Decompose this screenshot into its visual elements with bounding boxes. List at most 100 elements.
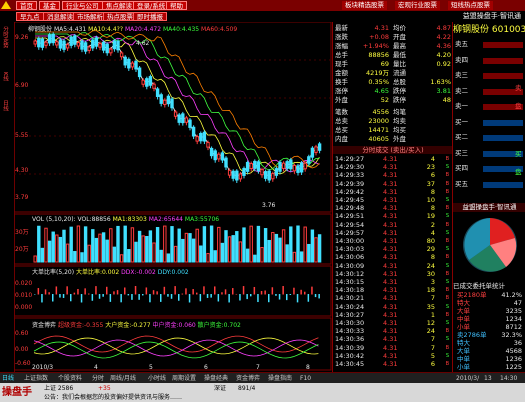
bottom-tab-daily[interactable]: 日线 [2,374,14,383]
orderbook-row: 买五 [453,180,525,189]
quote-label: 现手 [335,60,348,68]
tab-news[interactable]: 消息解读 [43,12,77,21]
left-axis-label-top[interactable]: 分时走势 [1,26,9,48]
candle [177,114,181,123]
left-axis-label-mid[interactable]: K线 [1,72,9,81]
candle [184,117,189,123]
sector-stocks-button[interactable]: 板块精选股票 [342,1,387,10]
menu-fund-button[interactable]: 基金 [39,1,60,10]
menu-login-button[interactable]: 登录/系统 [133,1,170,10]
bottom-tab-period[interactable]: 周期设置 [172,374,196,383]
ddx-bar [124,287,126,295]
orderbook-bar [483,135,523,141]
info-tab-row: 早九点 消息解读 市场解析 热点股票 即时播报 益盟操盘手·智讯通 [0,11,525,22]
quote-label-2: 最低 [393,51,406,59]
menu-help-button[interactable]: 帮助 [166,1,187,10]
ddx-bar [156,291,158,295]
bottom-tab-f10[interactable]: F10 [300,374,311,383]
macro-stocks-button[interactable]: 宏观行业股票 [395,1,440,10]
candle [94,37,99,47]
volume-bar [166,253,171,263]
menu-home-button[interactable]: 首页 [16,1,37,10]
candle [253,160,257,169]
extra-label: 内盘 [335,135,348,143]
volume-bar [94,237,99,263]
volume-bar [73,251,77,263]
ddx-bar [116,290,119,295]
dd-label-2: 0.000 [15,304,33,311]
candle [181,113,185,124]
date-label-2: 5 [149,364,153,371]
dd-legend-name: 大单比率(5,20) [32,269,75,276]
far-panel-title: 益盟操盘手·智讯通 [453,203,525,212]
candle [44,41,48,46]
ddx-bar [170,294,173,299]
volume-bar [285,244,289,263]
candle [317,143,322,151]
volume-bar [220,242,225,263]
tick-direction: B [445,361,449,367]
candle [245,161,250,172]
bottom-tab-classic[interactable]: 操盘经典 [204,374,228,383]
candle [231,170,235,179]
stock-code: 601003 [491,25,525,35]
bottom-tab-hourly[interactable]: 小时线 [148,374,166,383]
candle [278,161,282,172]
main-legend-name: 柳钢股份 [28,26,53,33]
volume-bar [101,232,106,263]
tab-market[interactable]: 市场解析 [73,12,107,21]
volume-bar [303,226,307,263]
status-index-1[interactable]: 上证 2586 [44,385,73,393]
bottom-tab-guide[interactable]: 操盘指南 [268,374,292,383]
stock-name: 柳钢股份 [453,25,490,35]
extra-label: 笔数 [335,108,348,116]
volume-bar [289,226,293,263]
candle [105,43,109,54]
ddx-bar [84,288,86,295]
status-index-2[interactable]: 深证 [214,385,226,393]
vol-label-0: 30万 [15,229,29,236]
ddx-bar [66,286,68,295]
orderbook-side-label: 卖 [515,84,522,92]
moving-average-line [35,30,320,169]
bottom-tab-profile[interactable]: 个股资料 [58,374,82,383]
candle [307,156,311,164]
tab-hot-stocks[interactable]: 热点股票 [103,12,137,21]
ddx-bar [250,294,252,297]
quote-label-2: 总股 [393,78,406,86]
tab-morning[interactable]: 早九点 [16,12,44,21]
order-pie-chart [463,218,517,272]
menu-focus-button[interactable]: 焦点解读 [102,1,136,10]
candle [55,41,59,46]
quote-label: 总手 [335,51,348,59]
quote-label: 涨幅 [335,42,348,50]
quote-row: 总手 88856 最低 4.20 [333,51,453,59]
left-axis-label-bot[interactable]: 日线 [1,100,9,111]
volume-bar [188,233,192,263]
volume-bar [281,229,286,263]
bottom-tab-intraday[interactable]: 分时 [92,374,104,383]
hot-stocks-button[interactable]: 短线热点股票 [448,1,493,10]
top-menu-bar: 首页 基金 行业与公司 焦点解读 登录/系统 帮助 板块精选股票 宏观行业股票 … [0,0,525,11]
volume-bar [278,237,282,263]
bottom-tab-index[interactable]: 上证指数 [24,374,48,383]
volume-bar [130,227,135,263]
ddx-bar [282,286,284,295]
tab-live[interactable]: 即时播报 [133,12,167,21]
volume-bar [184,232,189,263]
quote-value: 4.31 [374,24,389,32]
kline-chart[interactable]: 柳钢股份 MA5:4.431 MA10:4.4?? MA20:4.472 MA4… [14,22,332,372]
volume-bar [274,233,279,263]
menu-industry-button[interactable]: 行业与公司 [62,1,103,10]
ddx-bar [178,294,180,301]
ddx-bar [300,289,302,295]
volume-bar [271,232,275,263]
candle [155,88,160,97]
quote-extra-row: 内盘 40605 外盘 [333,135,453,143]
bottom-tab-weekly[interactable]: 周线/月线 [110,374,136,383]
bottom-tab-fund[interactable]: 资金博弈 [236,374,260,383]
volume-bar [260,247,264,263]
quote-label-2: 开盘 [393,33,406,41]
max-price-tag: 4.62 [136,40,150,47]
candle [199,133,203,142]
